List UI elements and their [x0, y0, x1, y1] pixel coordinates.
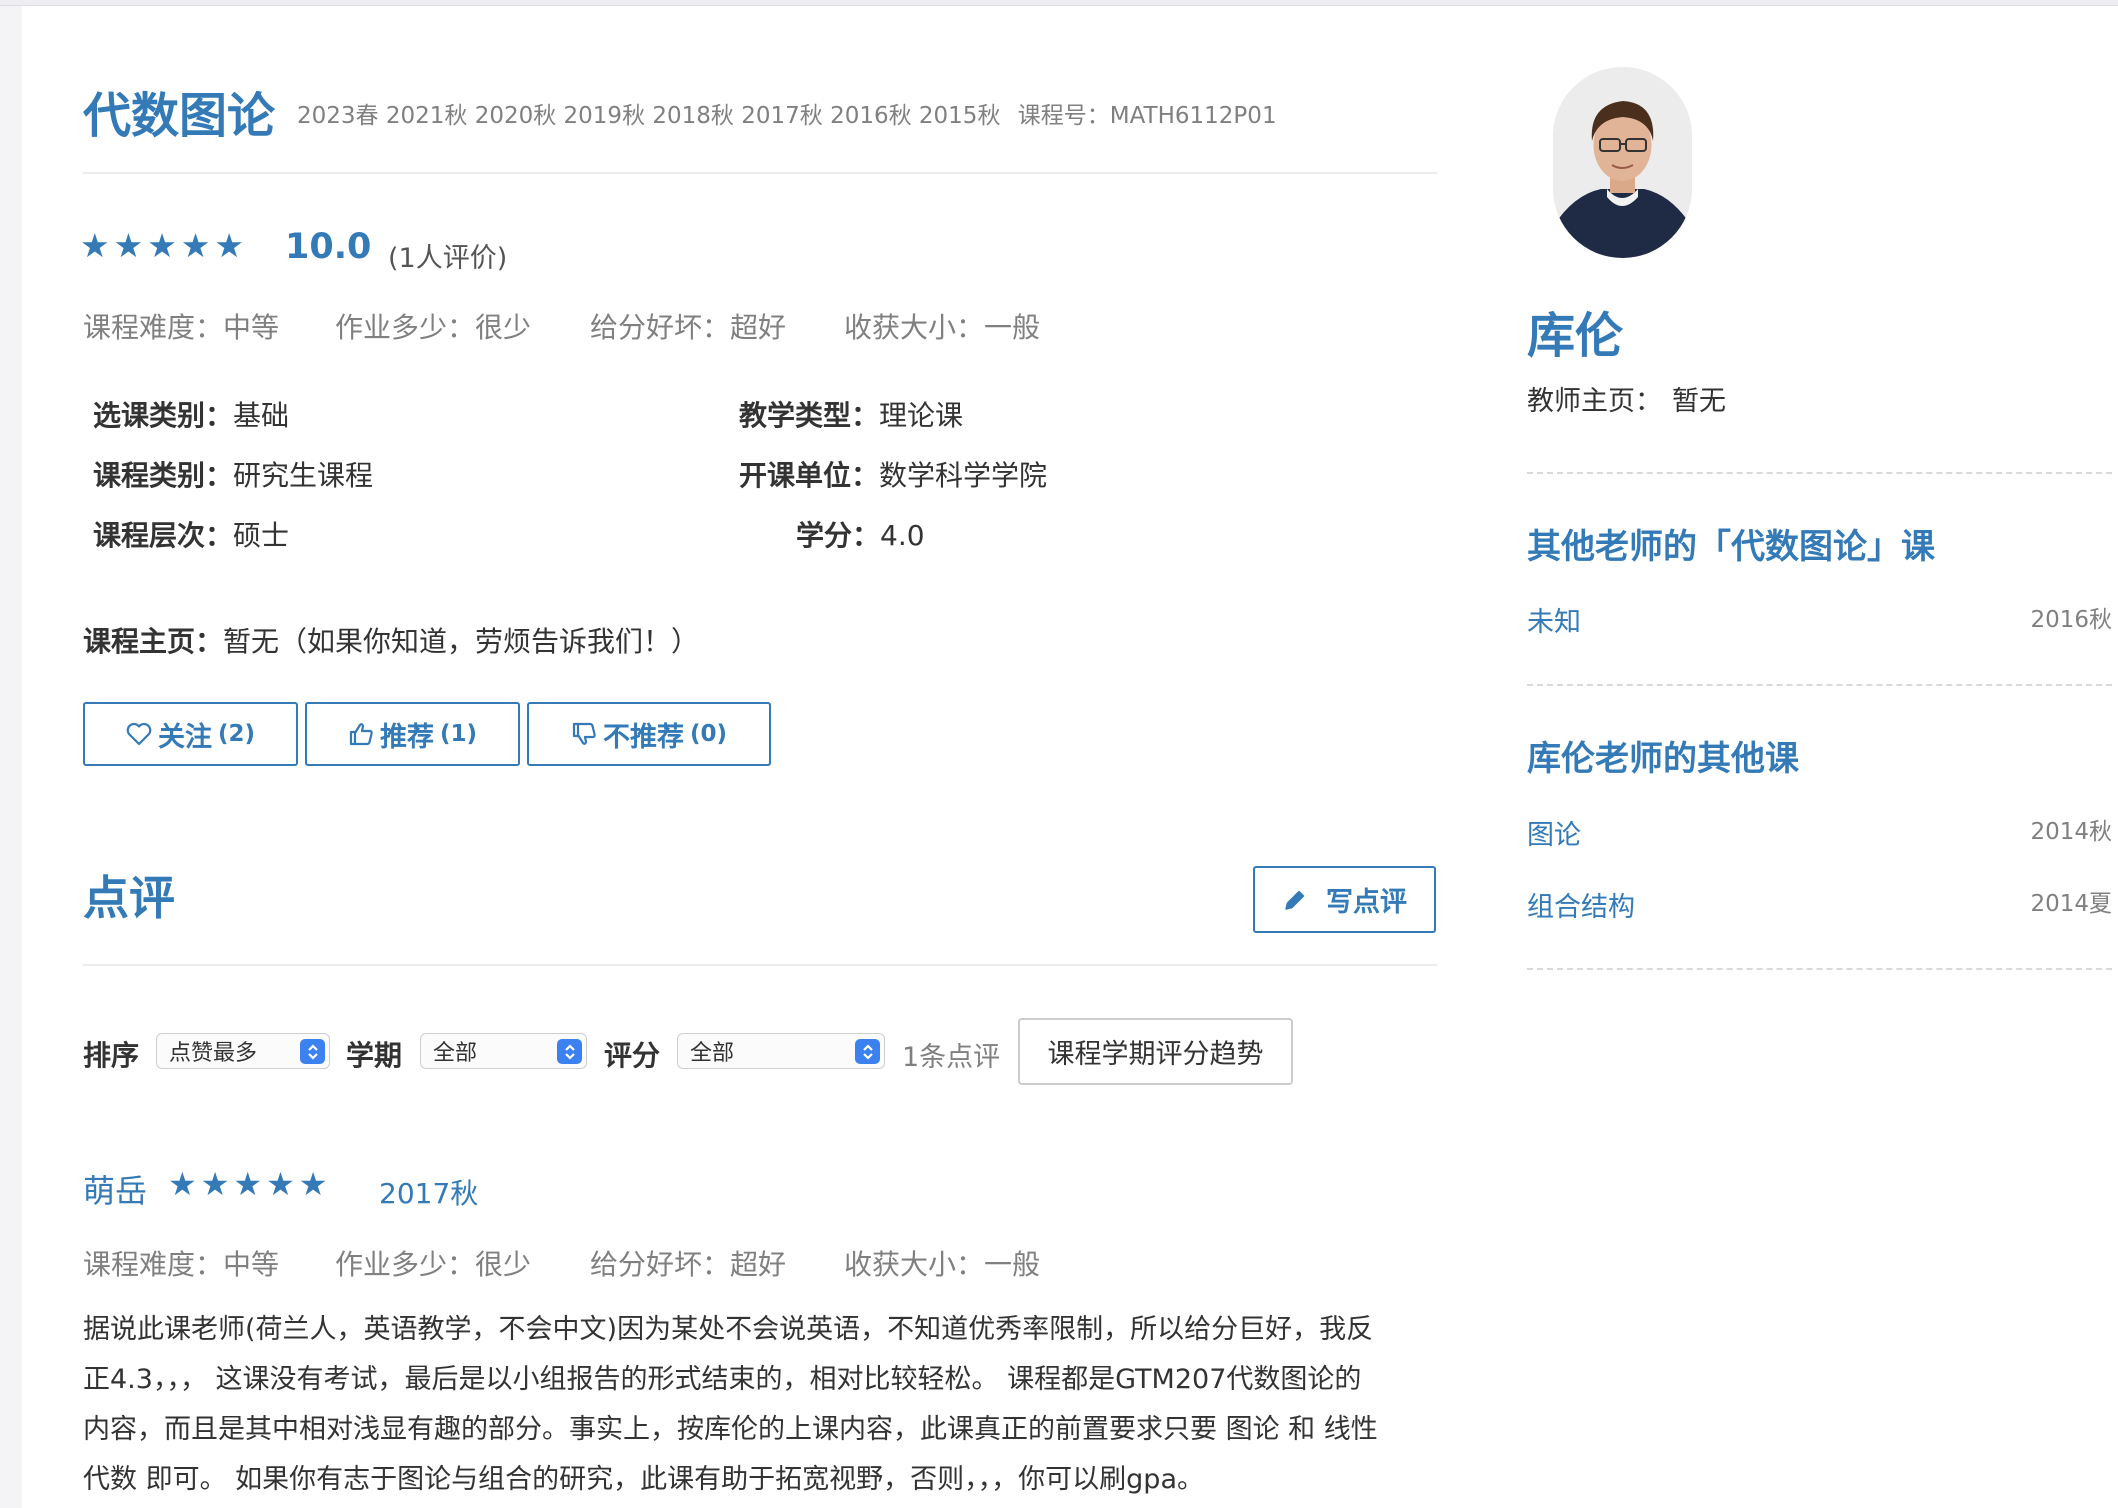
not-recommend-button[interactable]: 不推荐 (0) [527, 702, 771, 766]
info-department: 开课单位：数学科学学院 [739, 459, 1048, 492]
term-select-value: 全部 [433, 1041, 478, 1066]
star-icon: ★ [80, 226, 114, 265]
course-rating-count: (1人评价) [388, 243, 508, 274]
reviews-section-title: 点评 [83, 871, 175, 925]
review-metric-gain: 收获大小：一般 [844, 1248, 1041, 1281]
review-body-line: 内容，而且是其中相对浅显有趣的部分。事实上，按库伦的上课内容，此课真正的前置要求… [83, 1414, 1378, 1445]
teacher-homepage: 教师主页： 暂无 [1527, 386, 1726, 417]
not-recommend-count: (0) [689, 721, 728, 747]
sidebar-divider [1527, 968, 2112, 970]
teacher-portrait-icon [1553, 67, 1692, 258]
review-metric-homework: 作业多少：很少 [335, 1248, 532, 1281]
sidebar-divider [1527, 472, 2112, 474]
course-metric-homework: 作业多少：很少 [335, 311, 532, 344]
review-metric-difficulty: 课程难度：中等 [83, 1248, 280, 1281]
review-body-line: 代数 即可。 如果你有志于图论与组合的研究，此课有助于拓宽视野，否则，，，你可以… [83, 1464, 1204, 1495]
course-terms-and-code: 2023春 2021秋 2020秋 2019秋 2018秋 2017秋 2016… [297, 96, 1277, 130]
score-label: 评分 [604, 1039, 661, 1072]
other-course-link[interactable]: 图论 [1527, 813, 1581, 852]
review-stars: ★★★★★ [168, 1165, 331, 1203]
course-metric-grading: 给分好坏：超好 [590, 311, 787, 344]
star-icon: ★ [113, 226, 148, 265]
teacher-avatar [1553, 67, 1692, 258]
title-divider [83, 172, 1437, 174]
other-course-link[interactable]: 组合结构 [1527, 885, 1635, 924]
teacher-name: 库伦 [1527, 308, 1624, 364]
recommend-button[interactable]: 推荐 (1) [305, 702, 520, 766]
term-select[interactable]: 全部 [420, 1033, 587, 1069]
heart-icon [126, 722, 152, 746]
review-metric-grading: 给分好坏：超好 [590, 1248, 787, 1281]
score-select-value: 全部 [690, 1041, 735, 1066]
sidebar-divider [1527, 684, 2112, 686]
select-arrows-icon [300, 1039, 325, 1064]
info-course-level: 课程层次：硕士 [93, 519, 290, 552]
reviews-divider [83, 964, 1437, 966]
term-label: 学期 [346, 1039, 403, 1072]
other-course-term: 2014秋 [2030, 819, 2112, 845]
other-course-term: 2014夏 [2030, 891, 2112, 917]
course-title: 代数图论 [83, 88, 276, 144]
other-courses-title: 库伦老师的其他课 [1527, 739, 1799, 779]
select-arrows-icon [855, 1039, 880, 1064]
pencil-icon [1285, 890, 1305, 910]
browser-top-strip [0, 0, 2118, 6]
thumbs-down-icon [572, 722, 596, 745]
select-arrows-icon [557, 1039, 582, 1064]
trend-button[interactable]: 课程学期评分趋势 [1018, 1018, 1293, 1085]
info-credits: 学分：4.0 [796, 519, 925, 552]
sort-label: 排序 [83, 1039, 140, 1072]
course-metric-gain: 收获大小：一般 [844, 311, 1041, 344]
other-teachers-title: 其他老师的「代数图论」课 [1527, 527, 1935, 567]
follow-label: 关注 [157, 721, 212, 753]
sort-select[interactable]: 点赞最多 [156, 1033, 330, 1069]
recommend-count: (1) [439, 721, 478, 747]
write-review-label: 写点评 [1326, 887, 1407, 918]
course-code: MATH6112P01 [1109, 103, 1277, 129]
review-body-line: 据说此课老师(荷兰人，英语教学，不会中文)因为某处不会说英语，不知道优秀率限制，… [83, 1314, 1374, 1345]
course-code-label: 课程号： [1017, 103, 1110, 129]
review-count: 1条点评 [902, 1042, 1001, 1073]
info-select-category: 选课类别：基础 [93, 399, 290, 432]
follow-count: (2) [217, 721, 256, 747]
trend-button-label: 课程学期评分趋势 [1047, 1039, 1264, 1070]
other-teacher-link[interactable]: 未知 [1527, 600, 1581, 639]
star-icon: ★ [266, 1165, 299, 1203]
left-page-gutter [0, 6, 22, 1508]
course-rating-score: 10.0 [285, 227, 372, 267]
course-metric-difficulty: 课程难度：中等 [83, 311, 280, 344]
star-icon: ★ [233, 1165, 267, 1203]
star-icon: ★ [168, 1165, 201, 1203]
star-icon: ★ [200, 1165, 234, 1203]
course-rating-stars: ★★★★★ [80, 226, 248, 265]
other-teacher-term: 2016秋 [2030, 607, 2112, 633]
course-homepage: 课程主页：暂无（如果你知道，劳烦告诉我们！） [83, 625, 700, 658]
recommend-label: 推荐 [379, 721, 434, 753]
review-term: 2017秋 [379, 1177, 479, 1210]
sort-select-value: 点赞最多 [169, 1041, 258, 1066]
follow-button[interactable]: 关注 (2) [83, 702, 298, 766]
info-teaching-type: 教学类型：理论课 [739, 399, 964, 432]
star-icon: ★ [298, 1165, 332, 1203]
write-review-button[interactable]: 写点评 [1253, 866, 1436, 933]
review-body-line: 正4.3，，， 这课没有考试，最后是以小组报告的形式结束的，相对比较轻松。 课程… [83, 1364, 1362, 1395]
score-select[interactable]: 全部 [677, 1033, 885, 1069]
thumbs-up-icon [349, 723, 373, 746]
info-course-category: 课程类别：研究生课程 [93, 459, 374, 492]
star-icon: ★ [147, 226, 181, 265]
not-recommend-label: 不推荐 [602, 721, 684, 753]
star-icon: ★ [180, 226, 215, 265]
course-terms: 2023春 2021秋 2020秋 2019秋 2018秋 2017秋 2016… [297, 103, 1001, 129]
review-author[interactable]: 萌岳 [83, 1166, 147, 1212]
star-icon: ★ [214, 226, 248, 265]
